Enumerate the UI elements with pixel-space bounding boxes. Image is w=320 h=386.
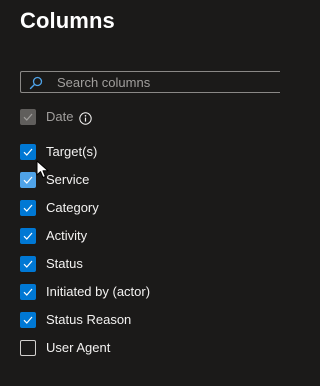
status-reason-checkbox[interactable] bbox=[20, 312, 36, 328]
column-option-targets[interactable]: Target(s) bbox=[20, 143, 97, 161]
user-agent-label: User Agent bbox=[46, 340, 111, 355]
column-option-initiated-by[interactable]: Initiated by (actor) bbox=[20, 283, 150, 301]
search-icon bbox=[29, 76, 43, 90]
user-agent-checkbox[interactable] bbox=[20, 340, 36, 356]
status-label: Status bbox=[46, 256, 83, 271]
checkmark-icon bbox=[23, 316, 33, 324]
checkmark-icon bbox=[23, 288, 33, 296]
date-label: Date bbox=[46, 109, 74, 124]
search-input[interactable] bbox=[57, 72, 267, 92]
column-option-status-reason[interactable]: Status Reason bbox=[20, 311, 131, 329]
column-option-date: Date bbox=[20, 108, 93, 126]
status-checkbox[interactable] bbox=[20, 256, 36, 272]
checkmark-icon bbox=[23, 113, 33, 121]
category-label: Category bbox=[46, 200, 99, 215]
column-option-activity[interactable]: Activity bbox=[20, 227, 87, 245]
initiated-by-checkbox[interactable] bbox=[20, 284, 36, 300]
info-icon[interactable] bbox=[79, 111, 93, 125]
activity-checkbox[interactable] bbox=[20, 228, 36, 244]
targets-checkbox[interactable] bbox=[20, 144, 36, 160]
column-option-status[interactable]: Status bbox=[20, 255, 83, 273]
column-option-user-agent[interactable]: User Agent bbox=[20, 339, 110, 357]
checkmark-icon bbox=[23, 176, 33, 184]
checkmark-icon bbox=[23, 260, 33, 268]
activity-label: Activity bbox=[46, 228, 88, 243]
checkmark-icon bbox=[23, 148, 33, 156]
initiated-by-label: Initiated by (actor) bbox=[46, 284, 151, 299]
checkmark-icon bbox=[23, 232, 33, 240]
column-option-service[interactable]: Service bbox=[20, 171, 89, 189]
search-box[interactable] bbox=[20, 71, 280, 93]
targets-label: Target(s) bbox=[46, 144, 98, 159]
service-checkbox[interactable] bbox=[20, 172, 36, 188]
checkmark-icon bbox=[23, 204, 33, 212]
category-checkbox[interactable] bbox=[20, 200, 36, 216]
date-checkbox bbox=[20, 109, 36, 125]
panel-title: Columns bbox=[20, 8, 115, 33]
service-label: Service bbox=[46, 172, 90, 187]
status-reason-label: Status Reason bbox=[46, 312, 132, 327]
column-option-category[interactable]: Category bbox=[20, 199, 99, 217]
